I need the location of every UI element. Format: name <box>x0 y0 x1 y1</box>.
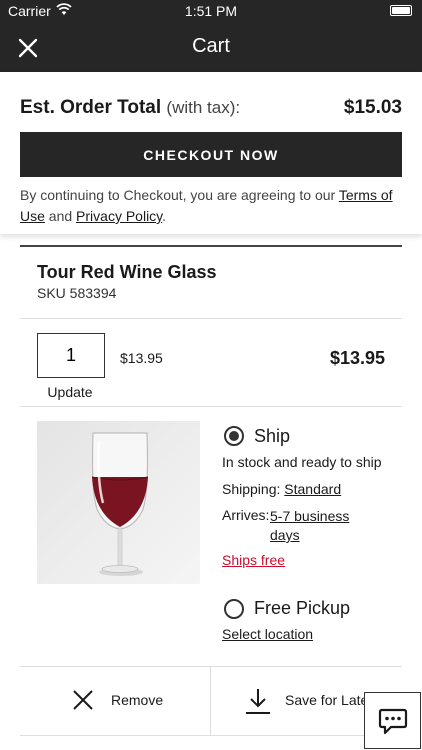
nav-bar: Carrier 1:51 PM Cart <box>0 0 422 72</box>
select-location-link[interactable]: Select location <box>222 626 313 642</box>
remove-button[interactable]: Remove <box>20 667 210 735</box>
divider <box>20 735 402 736</box>
shipping-method: Shipping: Standard <box>222 481 342 497</box>
order-total-label: Est. Order Total (with tax): <box>20 97 241 118</box>
status-bar: Carrier 1:51 PM <box>0 0 422 22</box>
quantity-input[interactable] <box>37 333 105 378</box>
arrives-value[interactable]: 5-7 business days <box>270 507 370 545</box>
pickup-option-label: Free Pickup <box>254 598 351 618</box>
divider <box>20 406 402 407</box>
shipping-method-link[interactable]: Standard <box>284 481 341 497</box>
save-for-later-label: Save for Later <box>285 692 373 708</box>
unit-price: $13.95 <box>120 350 163 366</box>
close-icon <box>73 690 93 710</box>
update-quantity-button[interactable]: Update <box>37 384 103 400</box>
order-total-value: $15.03 <box>343 97 402 118</box>
chat-button[interactable] <box>364 692 421 749</box>
page-title: Cart <box>192 35 230 57</box>
ship-option-label: Ship <box>254 426 291 446</box>
checkout-button[interactable]: CHECKOUT NOW <box>20 132 402 177</box>
terms-notice: By continuing to Checkout, you are agree… <box>20 187 393 224</box>
product-sku: SKU 583394 <box>37 285 117 301</box>
status-time: 1:51 PM <box>184 3 238 19</box>
remove-label: Remove <box>111 692 164 708</box>
divider <box>20 318 402 319</box>
arrives-label: Arrives: <box>222 507 270 523</box>
pickup-radio[interactable] <box>224 599 244 619</box>
order-summary: Est. Order Total (with tax): $15.03 CHEC… <box>0 72 422 234</box>
divider <box>20 245 402 247</box>
chat-bubble-icon <box>378 708 408 735</box>
stock-status: In stock and ready to ship <box>222 454 382 470</box>
product-name: Tour Red Wine Glass <box>37 262 217 282</box>
privacy-policy-link[interactable]: Privacy Policy <box>76 208 162 224</box>
ships-free-link[interactable]: Ships free <box>222 552 285 568</box>
ship-radio[interactable] <box>224 426 244 446</box>
battery-icon <box>390 5 412 16</box>
download-icon <box>246 689 270 714</box>
line-total: $13.95 <box>329 348 385 368</box>
red-wine-glass-image <box>37 421 200 584</box>
